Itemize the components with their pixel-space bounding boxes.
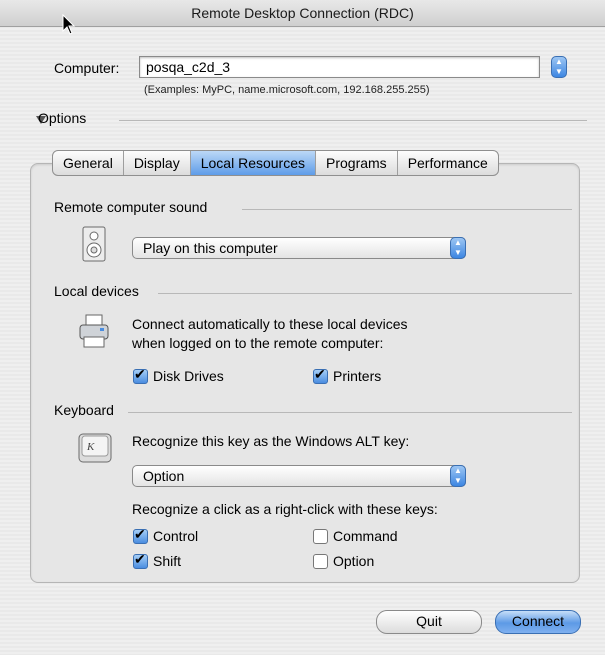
printer-icon xyxy=(79,314,109,348)
computer-label: Computer: xyxy=(54,60,120,76)
disk-drives-label: Disk Drives xyxy=(153,368,224,384)
connect-button[interactable]: Connect xyxy=(495,610,581,634)
command-check-icon xyxy=(313,528,328,544)
sound-popup-value: Play on this computer xyxy=(143,240,278,256)
option-label: Option xyxy=(333,553,375,569)
control-check-icon xyxy=(133,526,148,544)
mouse-cursor-icon xyxy=(62,14,76,35)
alt-key-prompt: Recognize this key as the Windows ALT ke… xyxy=(132,433,410,449)
tab-local-resources[interactable]: Local Resources xyxy=(190,151,316,175)
sound-popup-arrows-icon: ▲ ▼ xyxy=(450,237,466,259)
alt-key-popup[interactable]: Option ▲ ▼ xyxy=(132,465,466,487)
shift-check-icon xyxy=(133,551,148,569)
speaker-icon xyxy=(82,226,106,262)
tab-display[interactable]: Display xyxy=(124,151,191,175)
alt-key-popup-value: Option xyxy=(143,468,185,484)
tab-performance[interactable]: Performance xyxy=(398,151,498,175)
disk-drives-check-icon xyxy=(133,366,148,384)
shift-checkbox[interactable]: Shift xyxy=(133,551,182,569)
devices-divider xyxy=(158,293,572,294)
control-checkbox[interactable]: Control xyxy=(133,526,199,544)
right-click-prompt: Recognize a click as a right-click with … xyxy=(132,501,438,517)
sound-divider xyxy=(242,209,572,210)
keyboard-heading: Keyboard xyxy=(54,402,114,418)
tab-general[interactable]: General xyxy=(53,151,124,175)
printers-label: Printers xyxy=(333,368,382,384)
shift-label: Shift xyxy=(153,553,182,569)
command-label: Command xyxy=(333,528,398,544)
options-divider xyxy=(119,120,587,121)
sound-heading: Remote computer sound xyxy=(54,199,208,215)
devices-heading: Local devices xyxy=(54,283,139,299)
devices-description-line1: Connect automatically to these local dev… xyxy=(132,316,408,332)
printers-check-icon xyxy=(313,366,328,384)
svg-text:K: K xyxy=(86,441,95,453)
tab-bar: General Display Local Resources Programs… xyxy=(52,150,499,176)
control-label: Control xyxy=(153,528,199,544)
printers-checkbox[interactable]: Printers xyxy=(313,366,382,384)
quit-button[interactable]: Quit xyxy=(376,610,482,634)
disk-drives-checkbox[interactable]: Disk Drives xyxy=(133,366,224,384)
keyboard-key-icon: K xyxy=(78,433,112,463)
window-title: Remote Desktop Connection (RDC) xyxy=(0,0,605,27)
computer-input[interactable] xyxy=(139,56,540,78)
options-toggle[interactable]: Options xyxy=(38,110,86,126)
alt-key-popup-arrows-icon: ▲ ▼ xyxy=(450,465,466,487)
devices-description-line2: when logged on to the remote computer: xyxy=(132,335,384,351)
computer-history-button[interactable]: ▲ ▼ xyxy=(551,56,567,78)
sound-popup[interactable]: Play on this computer ▲ ▼ xyxy=(132,237,466,259)
option-check-icon xyxy=(313,553,328,569)
computer-examples-hint: (Examples: MyPC, name.microsoft.com, 192… xyxy=(144,84,430,96)
tab-programs[interactable]: Programs xyxy=(316,151,398,175)
tab-panel xyxy=(30,163,580,583)
keyboard-divider xyxy=(128,412,572,413)
command-checkbox[interactable]: Command xyxy=(313,528,398,544)
option-checkbox[interactable]: Option xyxy=(313,553,374,569)
